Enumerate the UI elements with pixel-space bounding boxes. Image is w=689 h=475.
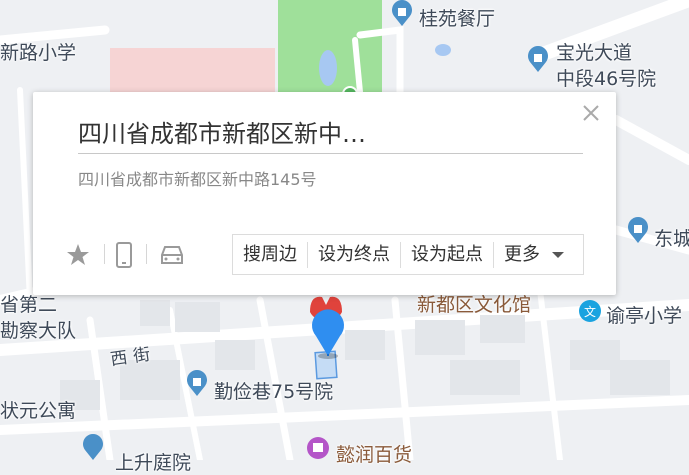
icon-separator bbox=[146, 244, 147, 264]
map-label[interactable]: 桂苑餐厅 bbox=[419, 4, 495, 31]
shop-pin-icon[interactable] bbox=[307, 437, 329, 459]
map-label[interactable]: 中段46号院 bbox=[556, 64, 656, 91]
set-start-button[interactable]: 设为起点 bbox=[401, 241, 494, 268]
map-label[interactable]: 宝光大道 bbox=[556, 38, 632, 65]
icon-separator bbox=[104, 244, 105, 264]
pond-small bbox=[435, 44, 451, 56]
park-pond bbox=[319, 50, 337, 86]
map-label[interactable]: 东城 bbox=[654, 224, 689, 251]
svg-text:文: 文 bbox=[584, 304, 596, 319]
map-label[interactable]: 状元公寓 bbox=[0, 396, 76, 423]
more-label: 更多 bbox=[504, 243, 540, 265]
school-pin-icon[interactable]: 文 bbox=[579, 300, 601, 322]
popup-divider bbox=[78, 153, 583, 154]
phone-icon[interactable] bbox=[109, 240, 139, 270]
popup-actions: 搜周边 设为终点 设为起点 更多 bbox=[232, 234, 584, 275]
star-icon[interactable] bbox=[63, 240, 93, 270]
info-popup: 四川省成都市新都区新中… 四川省成都市新都区新中路145号 搜周边 设为终点 设… bbox=[33, 92, 616, 295]
map-label[interactable]: 上升庭院 bbox=[115, 448, 191, 475]
popup-address: 四川省成都市新都区新中路145号 bbox=[78, 170, 317, 189]
search-nearby-button[interactable]: 搜周边 bbox=[233, 241, 308, 268]
close-icon[interactable] bbox=[580, 102, 602, 124]
car-icon[interactable] bbox=[157, 240, 187, 270]
map-label[interactable]: 新路小学 bbox=[0, 38, 76, 65]
map-label[interactable]: 勤俭巷75号院 bbox=[214, 377, 333, 404]
map-label[interactable]: 懿润百货 bbox=[336, 440, 412, 467]
popup-title: 四川省成都市新都区新中… bbox=[78, 120, 366, 148]
school-area bbox=[110, 48, 275, 92]
more-button[interactable]: 更多 bbox=[494, 242, 574, 268]
map-label[interactable]: 谕亭小学 bbox=[606, 301, 682, 328]
chevron-down-icon bbox=[552, 251, 564, 258]
set-end-button[interactable]: 设为终点 bbox=[308, 241, 401, 268]
map-label[interactable]: 勘察大队 bbox=[0, 316, 76, 343]
